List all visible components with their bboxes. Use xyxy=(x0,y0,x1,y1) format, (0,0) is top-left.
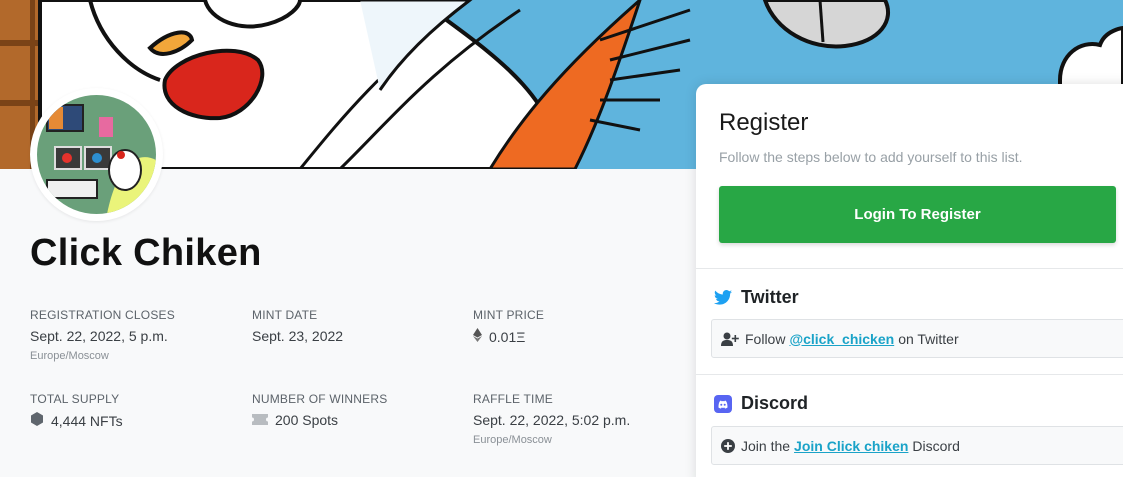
twitter-task-prefix: Follow xyxy=(745,330,786,347)
coin-icon xyxy=(30,412,44,429)
stat-label: MINT DATE xyxy=(252,308,318,322)
login-to-register-button[interactable]: Login To Register xyxy=(719,186,1116,243)
register-panel: Register Follow the steps below to add y… xyxy=(696,84,1123,477)
discord-task-prefix: Join the xyxy=(741,437,791,454)
discord-heading-label: Discord xyxy=(741,393,809,413)
stat-registration-closes: REGISTRATION CLOSES Sept. 22, 2022, 5 p.… xyxy=(30,308,240,362)
twitter-task-suffix: on Twitter xyxy=(898,330,959,347)
stat-label: RAFFLE TIME xyxy=(473,392,553,406)
twitter-heading-label: Twitter xyxy=(741,287,799,307)
discord-task-suffix: Discord xyxy=(912,437,960,454)
stat-total-supply: TOTAL SUPPLY 4,444 NFTs xyxy=(30,392,240,429)
divider xyxy=(696,268,1123,269)
divider xyxy=(696,374,1123,375)
stat-timezone: Europe/Moscow xyxy=(30,350,109,362)
register-title: Register xyxy=(719,109,809,136)
register-subtitle: Follow the steps below to add yourself t… xyxy=(719,149,1023,165)
discord-section-heading: Discord xyxy=(714,393,808,414)
plus-circle-icon xyxy=(721,438,735,453)
stat-label: REGISTRATION CLOSES xyxy=(30,308,175,322)
project-title: Click Chiken xyxy=(30,232,262,274)
stat-label: NUMBER OF WINNERS xyxy=(252,392,388,406)
stat-value-row: 0.01Ξ xyxy=(473,328,683,345)
ethereum-icon xyxy=(473,328,482,345)
stat-mint-date: MINT DATE Sept. 23, 2022 xyxy=(252,308,462,344)
stat-value: Sept. 22, 2022, 5:02 p.m. xyxy=(473,412,631,428)
twitter-section-heading: Twitter xyxy=(714,287,799,308)
mint-price-value: 0.01Ξ xyxy=(489,328,526,345)
stat-number-of-winners: NUMBER OF WINNERS 200 Spots xyxy=(252,392,462,428)
discord-invite-link[interactable]: Join Click chiken xyxy=(794,438,908,454)
discord-icon xyxy=(714,394,732,413)
twitter-profile-link[interactable]: @click_chicken xyxy=(789,331,894,347)
project-avatar xyxy=(30,88,163,221)
stat-timezone: Europe/Moscow xyxy=(473,434,552,446)
avatar-image xyxy=(37,95,156,214)
stat-value-row: 200 Spots xyxy=(252,412,462,428)
stat-mint-price: MINT PRICE 0.01Ξ xyxy=(473,308,683,345)
stat-label: TOTAL SUPPLY xyxy=(30,392,120,406)
stat-raffle-time: RAFFLE TIME Sept. 22, 2022, 5:02 p.m. Eu… xyxy=(473,392,683,446)
discord-join-task: Join the Join Click chiken Discord xyxy=(711,426,1123,465)
stat-label: MINT PRICE xyxy=(473,308,545,322)
ticket-icon xyxy=(252,412,268,428)
stat-value: Sept. 22, 2022, 5 p.m. xyxy=(30,328,168,344)
stat-value-row: 4,444 NFTs xyxy=(30,412,240,429)
twitter-follow-task: Follow @click_chicken on Twitter xyxy=(711,319,1123,358)
stat-value: Sept. 23, 2022 xyxy=(252,328,344,344)
twitter-icon xyxy=(714,290,732,305)
user-plus-icon xyxy=(721,332,739,346)
total-supply-value: 4,444 NFTs xyxy=(51,412,123,429)
winners-value: 200 Spots xyxy=(275,412,339,428)
